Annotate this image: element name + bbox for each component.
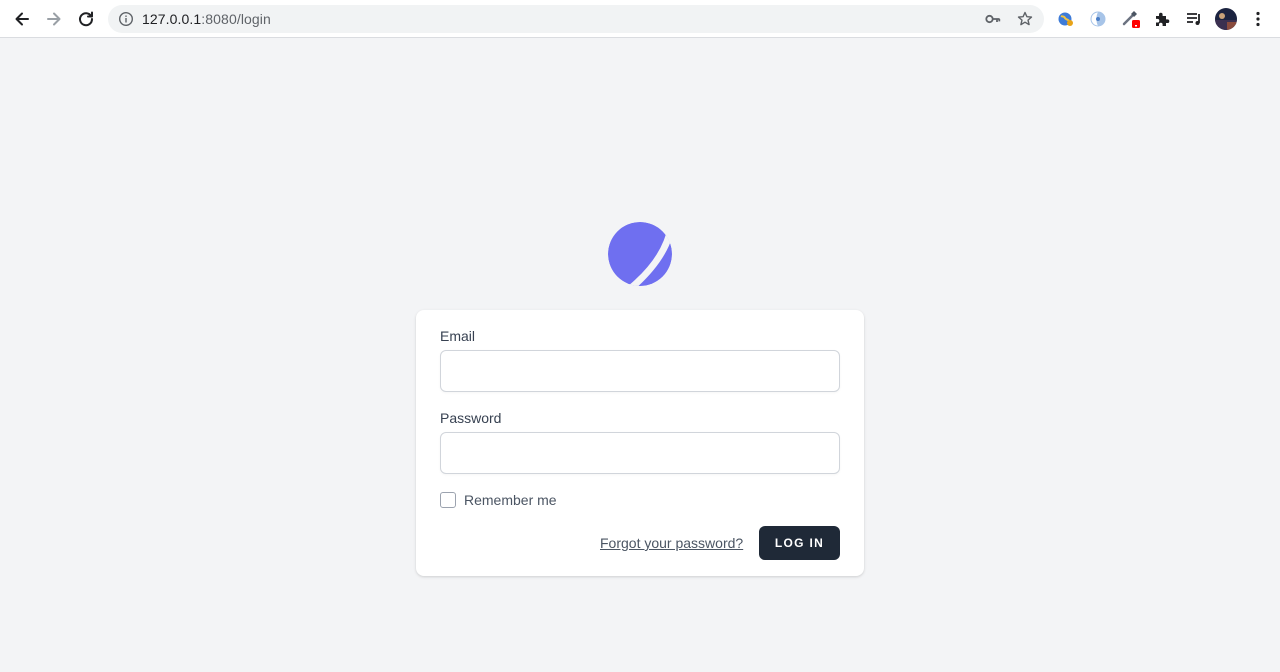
forward-button[interactable] (42, 7, 66, 31)
login-button[interactable]: LOG IN (759, 526, 840, 560)
password-label: Password (440, 410, 502, 426)
reload-button[interactable] (74, 7, 98, 31)
extension-3-button[interactable] (1120, 9, 1140, 29)
password-key-button[interactable] (984, 10, 1002, 28)
url-host: 127.0.0.1 (142, 11, 202, 27)
email-label: Email (440, 328, 476, 344)
extension-2-button[interactable] (1088, 9, 1108, 29)
address-bar[interactable]: 127.0.0.1:8080/login (108, 5, 1044, 33)
password-field[interactable] (440, 432, 840, 474)
extensions-menu-button[interactable] (1152, 9, 1172, 29)
bookmark-button[interactable] (1016, 10, 1034, 28)
profile-avatar-button[interactable] (1215, 8, 1237, 30)
eyedropper-extension-icon (1122, 11, 1140, 28)
disc-extension-icon (1090, 11, 1106, 27)
reload-icon (79, 11, 94, 27)
reading-list-icon (1187, 13, 1200, 25)
login-card: Email Password Remember me Forgot your p… (416, 310, 864, 576)
browser-menu-button[interactable] (1248, 9, 1268, 29)
app-logo (606, 220, 674, 288)
star-icon (1017, 11, 1033, 26)
avatar-icon (1215, 8, 1237, 30)
more-icon (1256, 11, 1260, 27)
url-path: :8080/login (201, 11, 271, 27)
forward-icon (47, 12, 61, 26)
key-icon (985, 14, 1001, 24)
extension-1-button[interactable] (1056, 9, 1076, 29)
back-button[interactable] (10, 7, 34, 31)
globe-extension-icon (1058, 12, 1073, 26)
info-icon[interactable] (118, 11, 134, 27)
logo-icon (608, 222, 672, 286)
remember-me-label[interactable]: Remember me (464, 491, 557, 509)
back-icon (15, 12, 29, 26)
browser-toolbar: 127.0.0.1:8080/login (0, 0, 1280, 38)
email-field[interactable] (440, 350, 840, 392)
puzzle-icon (1156, 12, 1170, 26)
url-text[interactable]: 127.0.0.1:8080/login (142, 11, 271, 27)
remember-me-checkbox[interactable] (440, 492, 456, 508)
reading-list-button[interactable] (1184, 9, 1204, 29)
forgot-password-link[interactable]: Forgot your password? (600, 534, 743, 552)
